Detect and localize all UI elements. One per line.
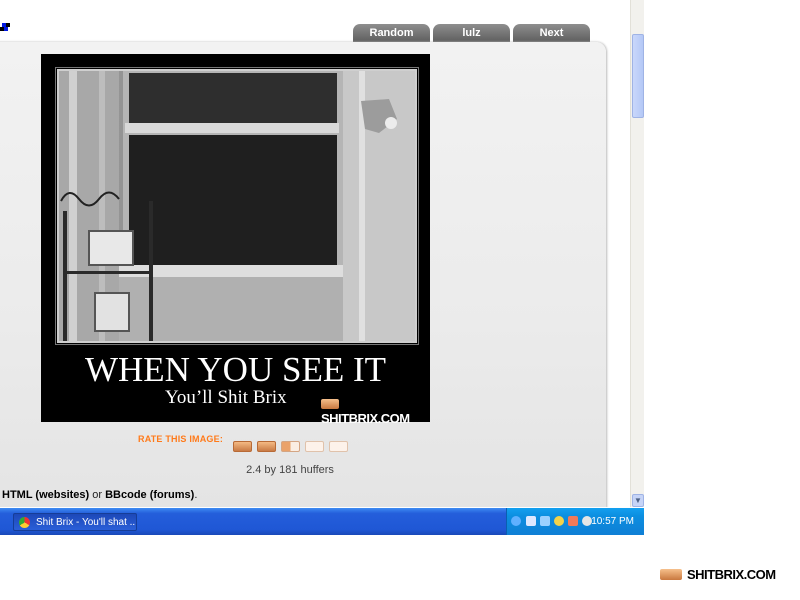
browser-icon xyxy=(19,517,30,528)
scroll-down-button[interactable]: ▼ xyxy=(632,494,644,507)
embed-period: . xyxy=(194,489,198,501)
poster-photo xyxy=(57,69,417,343)
random-button[interactable]: Random xyxy=(353,24,430,42)
rate-label: RATE THIS IMAGE: xyxy=(138,434,224,444)
windows-taskbar: Shit Brix - You'll shat ... 10:57 PM xyxy=(0,508,644,535)
taskbar-clock: 10:57 PM xyxy=(591,516,634,527)
site-logo-icon[interactable] xyxy=(0,23,10,35)
poster-watermark: SHITBRIX.COM xyxy=(321,396,430,426)
poster-headline: WHEN YOU SEE IT xyxy=(84,350,386,389)
rating-score: 2.4 by 181 huffers xyxy=(246,464,334,476)
next-button[interactable]: Next xyxy=(513,24,590,42)
rating-brick-5[interactable] xyxy=(329,441,348,452)
tray-expand-icon[interactable] xyxy=(511,516,521,526)
taskbar-window-title: Shit Brix - You'll shat ... xyxy=(36,517,137,528)
embed-or-text: or xyxy=(92,489,103,501)
poster-subline: You’ll Shit Brix xyxy=(165,387,287,408)
lulz-button[interactable]: lulz xyxy=(433,24,510,42)
rating-brick-4[interactable] xyxy=(305,441,324,452)
rating-brick-3[interactable] xyxy=(281,441,300,452)
vertical-scrollbar[interactable]: ▼ xyxy=(630,0,644,507)
poster-watermark-text: SHITBRIX.COM xyxy=(321,411,410,426)
network-icon[interactable] xyxy=(540,516,550,526)
taskbar-window-button[interactable]: Shit Brix - You'll shat ... xyxy=(13,513,137,531)
system-tray: 10:57 PM xyxy=(506,508,644,535)
demotivational-poster: WHEN YOU SEE IT You’ll Shit Brix SHITBRI… xyxy=(41,54,430,426)
tray-utility-icon[interactable] xyxy=(568,516,578,526)
brick-icon xyxy=(660,569,682,580)
security-icon[interactable] xyxy=(554,516,564,526)
bottom-watermark-text: SHITBRIX.COM xyxy=(687,567,776,582)
brick-icon xyxy=(321,399,339,409)
scrollbar-thumb[interactable] xyxy=(632,34,644,118)
tray-app-icon[interactable] xyxy=(526,516,536,526)
embed-codes: HTML (websites) or BBcode (forums). xyxy=(2,489,197,501)
rating-brick-2[interactable] xyxy=(257,441,276,452)
html-embed-link[interactable]: HTML (websites) xyxy=(2,489,89,501)
bottom-watermark: SHITBRIX.COM xyxy=(660,567,776,582)
rating-brick-1[interactable] xyxy=(233,441,252,452)
bbcode-embed-link[interactable]: BBcode (forums) xyxy=(105,489,194,501)
browser-viewport: Random lulz Next WHEN YOU SEE IT You’ll … xyxy=(0,0,630,507)
